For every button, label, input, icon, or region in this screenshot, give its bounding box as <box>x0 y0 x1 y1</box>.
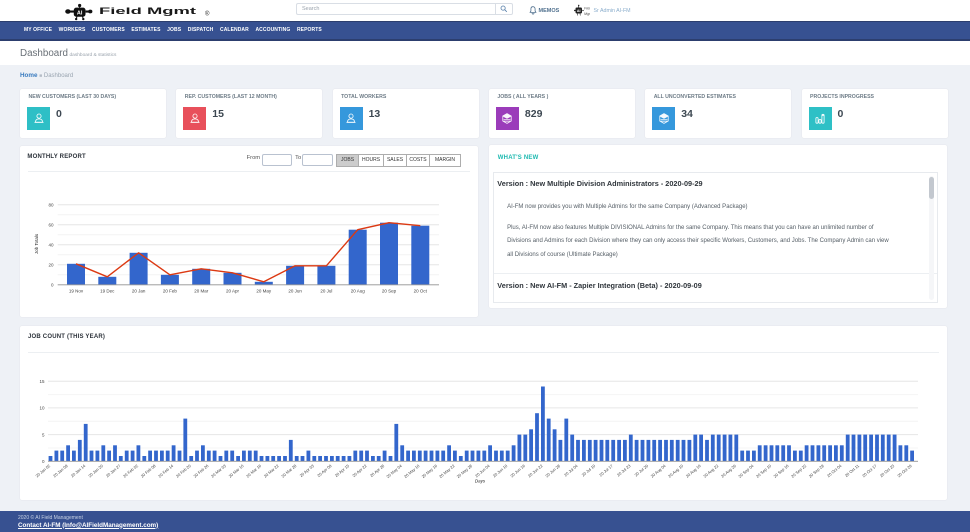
svg-text:20 Mar 10: 20 Mar 10 <box>228 463 246 479</box>
svg-text:20 Feb 08: 20 Feb 08 <box>140 463 158 479</box>
svg-text:20 May: 20 May <box>256 288 272 293</box>
svg-text:20 Feb: 20 Feb <box>163 288 178 293</box>
svg-text:®: ® <box>205 10 210 17</box>
svg-text:20 Apr 22: 20 Apr 22 <box>351 463 368 478</box>
svg-text:20 Jul 04: 20 Jul 04 <box>563 463 579 478</box>
svg-text:20 Oct 29: 20 Oct 29 <box>896 463 913 478</box>
svg-text:AI: AI <box>577 9 581 13</box>
svg-text:AI: AI <box>77 10 83 16</box>
svg-text:20 Jun 22: 20 Jun 22 <box>527 463 544 479</box>
svg-text:20 Jan 20: 20 Jan 20 <box>87 463 104 479</box>
svg-text:20 Sep 16: 20 Sep 16 <box>772 463 790 479</box>
svg-text:20 Sep 28: 20 Sep 28 <box>808 463 826 479</box>
svg-text:20 Jun 10: 20 Jun 10 <box>492 463 509 479</box>
svg-text:20 Aug 22: 20 Aug 22 <box>702 463 720 479</box>
svg-text:20 Aug: 20 Aug <box>351 288 366 293</box>
svg-text:20 Jan: 20 Jan <box>132 288 146 293</box>
svg-text:20 Aug 10: 20 Aug 10 <box>667 463 685 479</box>
svg-text:20 Feb 20: 20 Feb 20 <box>175 463 193 479</box>
svg-text:20 May 04: 20 May 04 <box>385 463 403 479</box>
svg-text:20 May 10: 20 May 10 <box>403 463 421 479</box>
svg-text:20 Jun 28: 20 Jun 28 <box>544 463 561 479</box>
svg-text:20 May 28: 20 May 28 <box>456 463 474 479</box>
svg-text:20 May 22: 20 May 22 <box>438 463 456 479</box>
svg-text:20 Jul 10: 20 Jul 10 <box>581 463 597 478</box>
svg-text:20 May 16: 20 May 16 <box>421 463 439 479</box>
svg-text:Days: Days <box>475 478 486 483</box>
svg-text:20 Oct 23: 20 Oct 23 <box>879 463 896 478</box>
svg-text:20 Mar 03: 20 Mar 03 <box>210 463 228 479</box>
svg-text:20 Mar 16: 20 Mar 16 <box>245 463 263 479</box>
svg-text:20 Oct 17: 20 Oct 17 <box>861 463 878 478</box>
svg-text:20 Oct 04: 20 Oct 04 <box>826 463 843 478</box>
svg-text:20 Sep 10: 20 Sep 10 <box>755 463 773 479</box>
svg-text:20 Oct: 20 Oct <box>414 288 428 293</box>
svg-text:19 Nov: 19 Nov <box>69 288 84 293</box>
svg-text:15: 15 <box>39 379 45 384</box>
svg-text:20 Feb 26: 20 Feb 26 <box>192 463 210 479</box>
svg-text:20 Aug 16: 20 Aug 16 <box>685 463 703 479</box>
svg-text:20 Apr 28: 20 Apr 28 <box>369 463 386 478</box>
svg-text:20 Aug 04: 20 Aug 04 <box>650 463 668 479</box>
svg-text:0: 0 <box>42 459 45 464</box>
svg-text:20 Jun: 20 Jun <box>288 288 302 293</box>
svg-text:20 Sep: 20 Sep <box>382 288 397 293</box>
svg-text:20 Aug 29: 20 Aug 29 <box>720 463 738 479</box>
svg-text:20 Jun 04: 20 Jun 04 <box>474 463 491 479</box>
svg-text:20 Feb 02: 20 Feb 02 <box>122 463 140 479</box>
svg-text:20 Apr 15: 20 Apr 15 <box>334 463 351 478</box>
svg-text:Job Totals: Job Totals <box>34 233 39 254</box>
svg-text:20 Mar 28: 20 Mar 28 <box>280 463 298 479</box>
svg-text:10: 10 <box>39 406 45 411</box>
svg-text:20: 20 <box>48 263 54 268</box>
svg-text:20 Apr 03: 20 Apr 03 <box>299 463 316 478</box>
svg-text:Field: Field <box>584 6 590 10</box>
svg-text:20 Sep 04: 20 Sep 04 <box>737 463 755 479</box>
svg-text:0: 0 <box>51 283 54 288</box>
svg-text:Field Mgmt: Field Mgmt <box>99 6 198 17</box>
svg-text:20 Mar 22: 20 Mar 22 <box>263 463 281 479</box>
svg-text:20 Jan 08: 20 Jan 08 <box>52 463 69 479</box>
svg-text:20 Oct 11: 20 Oct 11 <box>844 463 861 478</box>
svg-text:60: 60 <box>48 223 54 228</box>
svg-text:20 Jul: 20 Jul <box>320 288 332 293</box>
svg-text:20 Jan 27: 20 Jan 27 <box>105 463 122 479</box>
svg-text:20 Feb 14: 20 Feb 14 <box>157 463 175 479</box>
svg-text:Mgmt: Mgmt <box>584 12 590 16</box>
svg-text:20 Jul 23: 20 Jul 23 <box>616 463 632 478</box>
svg-text:20 Sep 22: 20 Sep 22 <box>790 463 808 479</box>
svg-text:20 Apr: 20 Apr <box>226 288 240 293</box>
svg-text:20 Mar: 20 Mar <box>194 288 209 293</box>
svg-text:20 Jun 16: 20 Jun 16 <box>509 463 526 479</box>
svg-text:40: 40 <box>48 243 54 248</box>
svg-text:20 Jul 17: 20 Jul 17 <box>598 463 614 478</box>
svg-text:80: 80 <box>48 203 54 208</box>
svg-text:20 Jan 02: 20 Jan 02 <box>34 463 51 479</box>
svg-text:5: 5 <box>42 432 45 437</box>
svg-text:20 Jul 29: 20 Jul 29 <box>633 463 649 478</box>
svg-text:20 Jan 14: 20 Jan 14 <box>70 463 87 479</box>
svg-text:19 Dec: 19 Dec <box>100 288 115 293</box>
svg-text:20 Apr 09: 20 Apr 09 <box>316 463 333 478</box>
